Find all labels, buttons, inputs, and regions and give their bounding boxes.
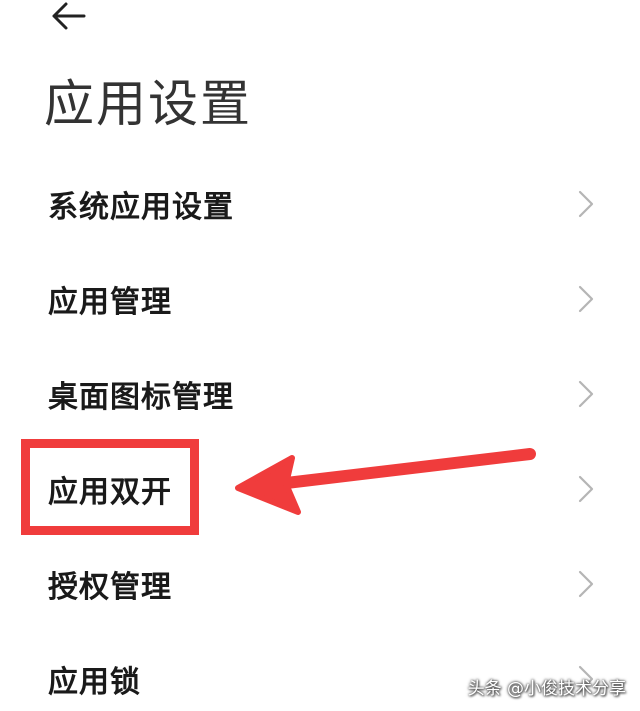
menu-item-dual-apps[interactable]: 应用双开	[0, 441, 640, 536]
menu-item-label: 应用锁	[48, 664, 141, 700]
menu-item-label: 授权管理	[48, 569, 172, 605]
arrow-left-icon	[52, 2, 86, 30]
menu-item-label: 桌面图标管理	[48, 379, 234, 415]
chevron-right-icon	[578, 570, 594, 597]
settings-menu: 系统应用设置 应用管理 桌面图标管理 应用双开 授权管理 应用锁	[0, 156, 640, 711]
menu-item-app-management[interactable]: 应用管理	[0, 251, 640, 346]
page-title: 应用设置	[44, 75, 252, 133]
chevron-right-icon	[578, 475, 594, 502]
settings-page: 应用设置 系统应用设置 应用管理 桌面图标管理 应用双开 授权管理 应用锁 头条…	[0, 0, 640, 711]
chevron-right-icon	[578, 380, 594, 407]
menu-item-label: 应用双开	[48, 474, 172, 510]
chevron-right-icon	[578, 190, 594, 217]
menu-item-label: 应用管理	[48, 284, 172, 320]
menu-item-desktop-icon-management[interactable]: 桌面图标管理	[0, 346, 640, 441]
chevron-right-icon	[578, 285, 594, 312]
menu-item-app-lock[interactable]: 应用锁	[0, 631, 640, 711]
menu-item-system-app-settings[interactable]: 系统应用设置	[0, 156, 640, 251]
menu-item-label: 系统应用设置	[48, 189, 234, 225]
watermark: 头条 @小俊技术分享	[467, 679, 626, 699]
menu-item-permission-management[interactable]: 授权管理	[0, 536, 640, 631]
back-button[interactable]	[44, 0, 92, 34]
